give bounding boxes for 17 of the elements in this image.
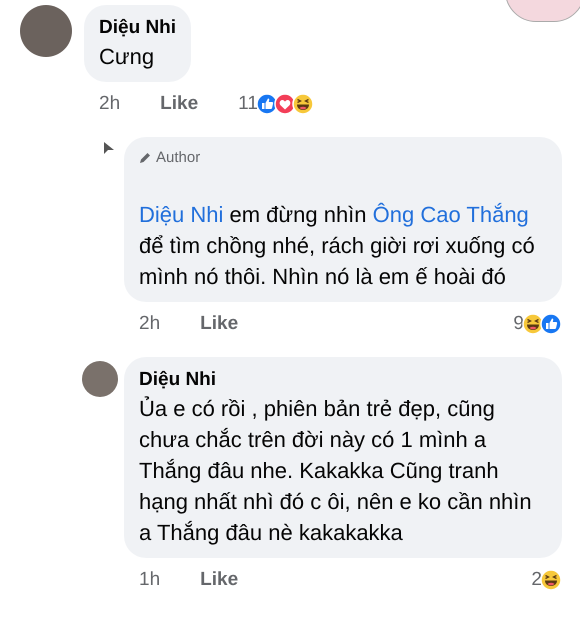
mention-link[interactable]: Diệu Nhi — [139, 202, 224, 227]
like-button[interactable]: Like — [200, 566, 238, 594]
like-button[interactable]: Like — [200, 310, 238, 338]
comment-time: 2h — [99, 92, 120, 116]
author-name[interactable]: Diệu Nhi — [139, 366, 547, 392]
reaction-count: 9 — [513, 312, 524, 336]
comment-time: 1h — [139, 568, 160, 592]
author-label: Author — [156, 148, 200, 168]
comment-text: Diệu Nhi em đừng nhìn Ông Cao Thắng để tìm chồng nhé, rách giời rơi xuống có mình nó thôi. Nhìn nó là em ế hoài đó — [139, 201, 536, 291]
comment-time: 2h — [139, 312, 160, 336]
reaction-count: 2 — [531, 568, 542, 592]
comment-text: Ủa e có rồi , phiên bản trẻ đẹp, cũng chưa chắc trên đời này có 1 mình a Thắng đâu nhe. Kakakka Cũng tranh hạng nhất nhì đó c ôi, nên e ko cần nhìn a Thắng đâu nè kakakakka — [139, 394, 533, 547]
reaction-count: 11 — [238, 92, 258, 116]
comment-text: Cưng — [99, 43, 156, 71]
author-name[interactable]: Diệu Nhi — [99, 15, 176, 41]
like-button[interactable]: Like — [160, 90, 198, 118]
mention-link[interactable]: Ông Cao Thắng — [372, 202, 529, 227]
